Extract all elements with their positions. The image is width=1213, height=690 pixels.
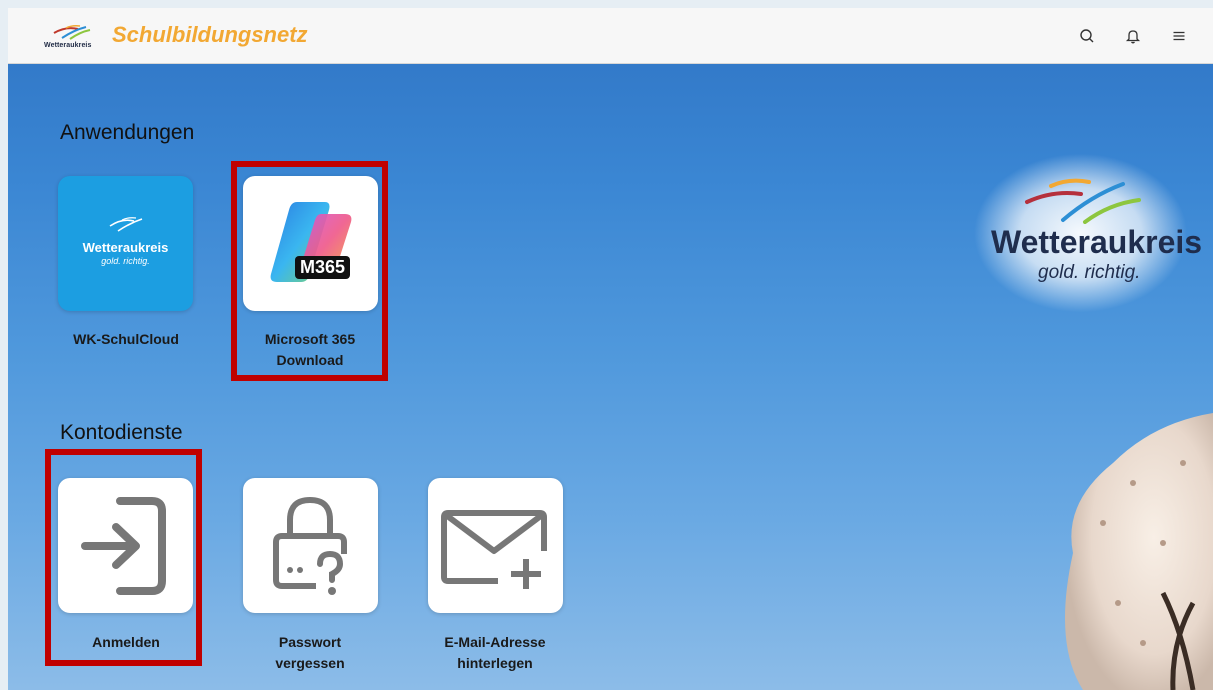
- highlight-frame-anmelden: [45, 449, 202, 666]
- tile-logo-slogan: gold. richtig.: [101, 256, 150, 266]
- email-hinterlegen-line2: hinterlegen: [457, 655, 533, 671]
- wetteraukreis-brand-logo: Wetteraukreis gold. richtig.: [973, 153, 1202, 313]
- lock-question-icon: [273, 496, 347, 595]
- section-title-apps: Anwendungen: [60, 121, 195, 144]
- wetteraukreis-logo-icon: [109, 217, 143, 232]
- wetteraukreis-swoosh-icon: [1025, 178, 1141, 224]
- passwort-vergessen-line1: Passwort: [278, 634, 342, 650]
- mail-add-icon: [441, 510, 547, 589]
- site-brand-title[interactable]: Schulbildungsnetz: [112, 22, 308, 48]
- logo-swoosh-icon: [53, 25, 91, 40]
- wetteraukreis-small-logo[interactable]: Wetteraukreis: [44, 20, 100, 52]
- passwort-vergessen-tile[interactable]: [243, 478, 378, 613]
- passwort-vergessen-label[interactable]: Passwort vergessen: [225, 632, 395, 674]
- menu-icon[interactable]: [1170, 27, 1188, 45]
- passwort-vergessen-line2: vergessen: [275, 655, 345, 671]
- section-title-account: Kontodienste: [60, 421, 183, 444]
- search-icon[interactable]: [1078, 27, 1096, 45]
- wk-schulcloud-tile[interactable]: Wetteraukreis gold. richtig.: [58, 176, 193, 311]
- brand-logo-name: Wetteraukreis: [991, 224, 1203, 260]
- top-navigation-bar: Wetteraukreis Schulbildungsnetz: [8, 8, 1213, 64]
- wk-schulcloud-label[interactable]: WK-SchulCloud: [41, 329, 211, 350]
- tile-logo-text: Wetteraukreis: [82, 240, 169, 255]
- bell-icon[interactable]: [1124, 27, 1142, 45]
- email-hinterlegen-tile[interactable]: [428, 478, 563, 613]
- brand-logo-slogan: gold. richtig.: [1038, 262, 1141, 283]
- browser-viewport: Wetteraukreis Schulbildungsnetz Anwendun…: [8, 8, 1213, 690]
- small-logo-text: Wetteraukreis: [44, 42, 92, 49]
- email-hinterlegen-label[interactable]: E-Mail-Adresse hinterlegen: [410, 632, 580, 674]
- blossom-tree-image: [1065, 413, 1213, 690]
- highlight-frame-m365: [231, 161, 388, 381]
- email-hinterlegen-line1: E-Mail-Adresse: [444, 634, 546, 650]
